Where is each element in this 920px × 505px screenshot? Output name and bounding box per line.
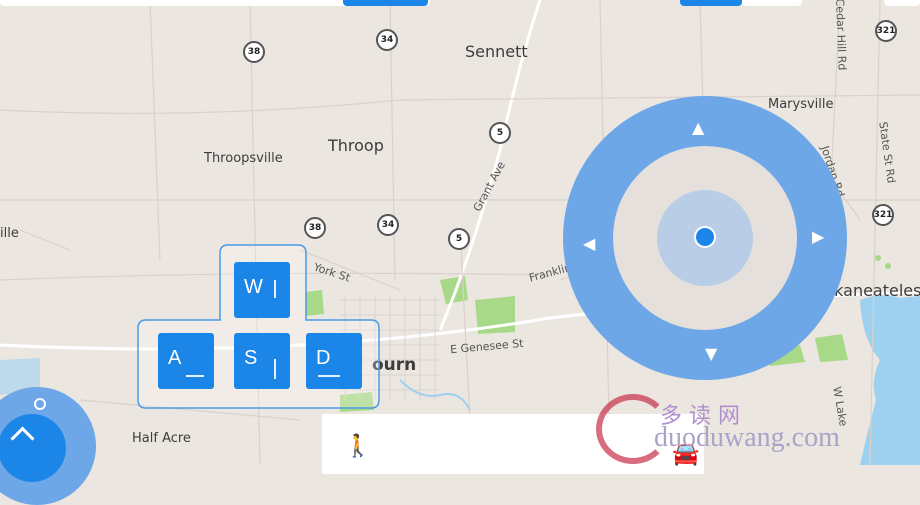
- route-shield: 38: [243, 41, 265, 63]
- watermark-text: duoduwang.com: [654, 422, 840, 453]
- joystick-up-arrow-icon[interactable]: ▲: [692, 120, 704, 136]
- route-shield: 5: [448, 228, 470, 250]
- w-key-label: W: [244, 276, 263, 298]
- location-dot-icon[interactable]: [694, 226, 716, 248]
- joystick-down-arrow-icon[interactable]: ▼: [705, 346, 717, 362]
- joystick-right-arrow-icon[interactable]: ▶: [812, 229, 824, 245]
- s-key-label: S: [244, 347, 258, 369]
- s-key-button[interactable]: S: [234, 333, 290, 389]
- arrow-down-icon: [274, 359, 276, 379]
- place-label: Throop: [328, 136, 384, 155]
- joystick-left-arrow-icon[interactable]: ◀: [583, 236, 595, 252]
- place-label: Marysville: [768, 97, 834, 112]
- search-button-edge[interactable]: [343, 0, 428, 6]
- walk-icon[interactable]: 🚶: [344, 434, 371, 459]
- mode-toggle-active-edge[interactable]: [680, 0, 742, 6]
- place-label: ourn: [372, 355, 417, 375]
- route-shield: 38: [304, 217, 326, 239]
- a-key-button[interactable]: A: [158, 333, 214, 389]
- compass-marker-icon: [34, 398, 46, 410]
- route-shield: 321: [872, 204, 894, 226]
- w-key-button[interactable]: W: [234, 262, 290, 318]
- top-right-control-edge[interactable]: [884, 0, 920, 6]
- place-label: Throopsville: [204, 151, 283, 166]
- route-shield: 5: [489, 122, 511, 144]
- place-label: Sennett: [465, 42, 528, 61]
- arrow-left-icon: [186, 375, 204, 377]
- mode-toggle-inactive-edge[interactable]: [742, 0, 802, 6]
- d-key-button[interactable]: D: [306, 333, 362, 389]
- d-key-label: D: [316, 347, 331, 369]
- road-label: Cedar Hill Rd: [833, 0, 849, 71]
- mini-compass-center[interactable]: [0, 414, 66, 482]
- a-key-label: A: [168, 347, 182, 369]
- place-label: ille: [0, 226, 19, 241]
- place-label: Half Acre: [132, 431, 191, 446]
- arrow-right-icon: [318, 375, 340, 377]
- route-shield: 34: [376, 29, 398, 51]
- arrow-up-icon: [274, 280, 276, 298]
- route-shield: 34: [377, 214, 399, 236]
- route-shield: 321: [875, 20, 897, 42]
